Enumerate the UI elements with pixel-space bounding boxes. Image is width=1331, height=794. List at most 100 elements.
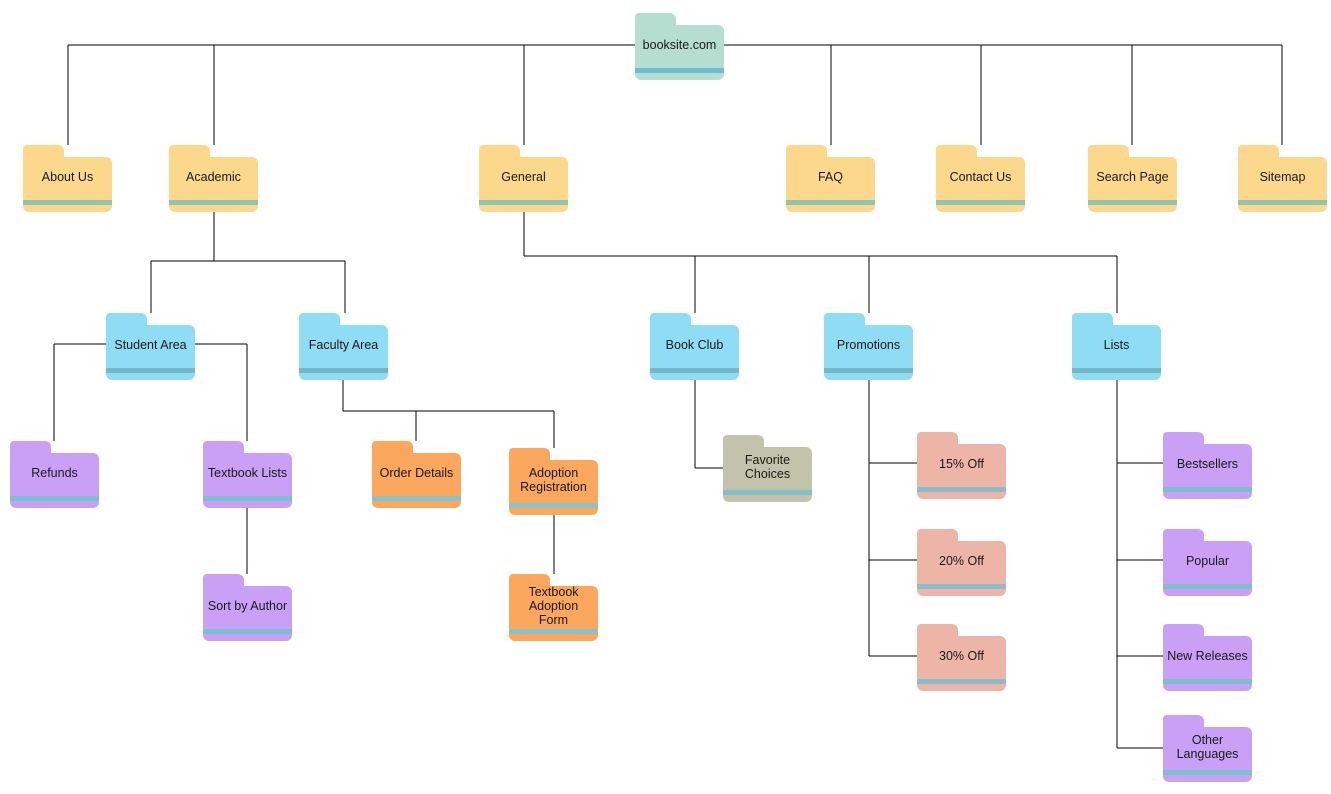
folder-icon: Order Details — [372, 441, 461, 508]
folder-icon: Promotions — [824, 313, 913, 380]
sitemap-node-adopreg[interactable]: Adoption Registration — [509, 448, 598, 515]
sitemap-node-favchoice[interactable]: Favorite Choices — [723, 435, 812, 502]
node-label: Faculty Area — [308, 338, 379, 353]
sitemap-node-best[interactable]: Bestsellers — [1163, 432, 1252, 499]
folder-icon: Refunds — [10, 441, 99, 508]
folder-accent-bar — [723, 489, 812, 495]
node-label: Academic — [186, 170, 241, 185]
sitemap-node-sitemap[interactable]: Sitemap — [1238, 145, 1327, 212]
folder-accent-bar — [1163, 583, 1252, 589]
folder-icon: Academic — [169, 145, 258, 212]
folder-icon: Sort by Author — [203, 574, 292, 641]
sitemap-node-otherlang[interactable]: Other Languages — [1163, 715, 1252, 782]
node-label: 30% Off — [939, 649, 984, 664]
node-label: Contact Us — [949, 170, 1012, 185]
folder-accent-bar — [203, 495, 292, 501]
folder-accent-bar — [824, 367, 913, 373]
folder-icon: About Us — [23, 145, 112, 212]
folder-accent-bar — [509, 628, 598, 634]
node-label: Bestsellers — [1176, 457, 1239, 472]
node-label: Adoption Registration — [520, 466, 587, 495]
node-label: Lists — [1103, 338, 1130, 353]
sitemap-node-about[interactable]: About Us — [23, 145, 112, 212]
node-label: Textbook Lists — [207, 466, 288, 481]
folder-icon: 15% Off — [917, 432, 1006, 499]
sitemap-node-popular[interactable]: Popular — [1163, 529, 1252, 596]
folder-accent-bar — [169, 199, 258, 205]
folder-accent-bar — [917, 583, 1006, 589]
node-label: Popular — [1185, 554, 1230, 569]
folder-accent-bar — [23, 199, 112, 205]
node-label: FAQ — [817, 170, 843, 185]
sitemap-node-student[interactable]: Student Area — [106, 313, 195, 380]
folder-icon: 20% Off — [917, 529, 1006, 596]
folder-icon: Sitemap — [1238, 145, 1327, 212]
node-label: Promotions — [836, 338, 901, 353]
folder-icon: Faculty Area — [299, 313, 388, 380]
node-label: Book Club — [665, 338, 724, 353]
folder-icon: Book Club — [650, 313, 739, 380]
folder-icon: Favorite Choices — [723, 435, 812, 502]
folder-accent-bar — [1088, 199, 1177, 205]
folder-accent-bar — [372, 495, 461, 501]
node-label: New Releases — [1167, 649, 1248, 664]
node-label: 15% Off — [939, 457, 984, 472]
node-label: Search Page — [1096, 170, 1169, 185]
node-label: Textbook Adoption Form — [528, 585, 579, 628]
sitemap-node-bookclub[interactable]: Book Club — [650, 313, 739, 380]
folder-accent-bar — [299, 367, 388, 373]
node-label: Sort by Author — [207, 599, 288, 614]
folder-accent-bar — [650, 367, 739, 373]
folder-accent-bar — [1163, 678, 1252, 684]
sitemap-node-sortauth[interactable]: Sort by Author — [203, 574, 292, 641]
folder-accent-bar — [203, 628, 292, 634]
node-label: About Us — [41, 170, 94, 185]
node-label: Refunds — [31, 466, 78, 481]
sitemap-node-contact[interactable]: Contact Us — [936, 145, 1025, 212]
folder-accent-bar — [786, 199, 875, 205]
connector-lines — [53, 44, 1283, 749]
folder-icon: Lists — [1072, 313, 1161, 380]
sitemap-node-academic[interactable]: Academic — [169, 145, 258, 212]
folder-icon: Adoption Registration — [509, 448, 598, 515]
folder-accent-bar — [917, 486, 1006, 492]
node-label: Sitemap — [1259, 170, 1306, 185]
sitemap-node-off30[interactable]: 30% Off — [917, 624, 1006, 691]
folder-accent-bar — [936, 199, 1025, 205]
sitemap-node-refunds[interactable]: Refunds — [10, 441, 99, 508]
folder-accent-bar — [10, 495, 99, 501]
folder-icon: Textbook Lists — [203, 441, 292, 508]
node-label: Order Details — [379, 466, 454, 481]
folder-accent-bar — [635, 67, 724, 73]
sitemap-node-newrel[interactable]: New Releases — [1163, 624, 1252, 691]
sitemap-node-search[interactable]: Search Page — [1088, 145, 1177, 212]
folder-accent-bar — [1072, 367, 1161, 373]
sitemap-node-off15[interactable]: 15% Off — [917, 432, 1006, 499]
folder-icon: booksite.com — [635, 13, 724, 80]
sitemap-node-faq[interactable]: FAQ — [786, 145, 875, 212]
folder-accent-bar — [106, 367, 195, 373]
sitemap-node-faculty[interactable]: Faculty Area — [299, 313, 388, 380]
sitemap-node-tbooks[interactable]: Textbook Lists — [203, 441, 292, 508]
folder-icon: General — [479, 145, 568, 212]
folder-icon: Student Area — [106, 313, 195, 380]
sitemap-node-lists[interactable]: Lists — [1072, 313, 1161, 380]
sitemap-canvas: booksite.com About Us Academic General FAQ Co… — [0, 0, 1331, 794]
sitemap-node-off20[interactable]: 20% Off — [917, 529, 1006, 596]
folder-icon: Popular — [1163, 529, 1252, 596]
folder-accent-bar — [917, 678, 1006, 684]
folder-accent-bar — [1163, 769, 1252, 775]
node-label: Other Languages — [1176, 733, 1239, 762]
folder-accent-bar — [1238, 199, 1327, 205]
folder-accent-bar — [479, 199, 568, 205]
sitemap-node-promos[interactable]: Promotions — [824, 313, 913, 380]
node-label: 20% Off — [939, 554, 984, 569]
folder-accent-bar — [1163, 486, 1252, 492]
sitemap-node-root[interactable]: booksite.com — [635, 13, 724, 80]
folder-accent-bar — [509, 502, 598, 508]
sitemap-node-tbadopt[interactable]: Textbook Adoption Form — [509, 574, 598, 641]
sitemap-node-orderdet[interactable]: Order Details — [372, 441, 461, 508]
folder-icon: 30% Off — [917, 624, 1006, 691]
sitemap-node-general[interactable]: General — [479, 145, 568, 212]
folder-icon: Other Languages — [1163, 715, 1252, 782]
